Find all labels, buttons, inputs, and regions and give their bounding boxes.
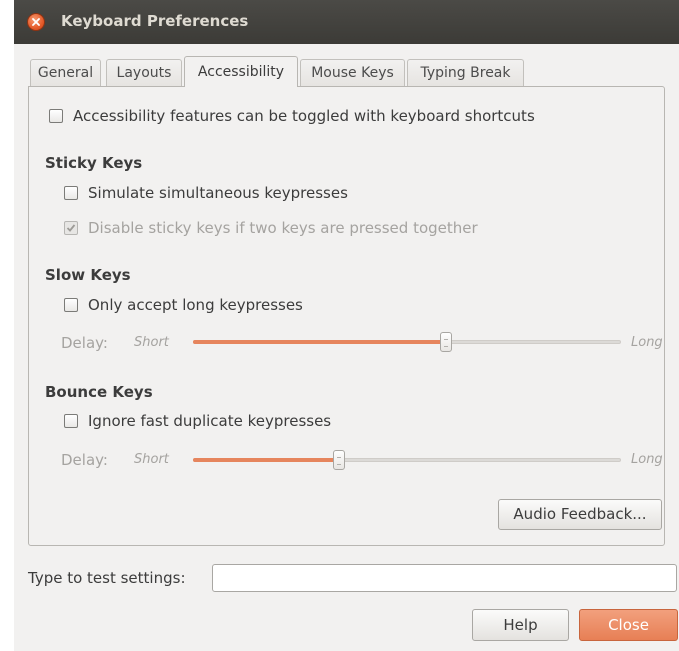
test-settings-label: Type to test settings: [28, 569, 186, 587]
simulate-keypresses-checkbox[interactable] [64, 186, 78, 200]
close-icon [32, 18, 40, 26]
slow-keys-long-label: Long [631, 335, 663, 350]
bounce-keys-heading: Bounce Keys [45, 383, 153, 401]
tab-mouse-keys[interactable]: Mouse Keys [300, 59, 405, 86]
bounce-keys-delay-thumb[interactable] [332, 450, 345, 470]
accessibility-toggle-label: Accessibility features can be toggled wi… [73, 107, 535, 125]
long-keypresses-checkbox[interactable] [64, 298, 78, 312]
window-close-button[interactable] [27, 13, 45, 31]
help-button[interactable]: Help [472, 609, 569, 641]
audio-feedback-button[interactable]: Audio Feedback... [498, 499, 662, 530]
slow-keys-short-label: Short [134, 335, 169, 350]
test-settings-input[interactable] [212, 564, 677, 592]
accessibility-toggle-row[interactable]: Accessibility features can be toggled wi… [49, 107, 535, 125]
slow-keys-heading: Slow Keys [45, 266, 131, 284]
bounce-keys-long-label: Long [631, 452, 663, 467]
disable-sticky-keys-checkbox [64, 221, 78, 235]
simulate-keypresses-row[interactable]: Simulate simultaneous keypresses [64, 184, 348, 202]
tab-accessibility[interactable]: Accessibility [184, 56, 298, 87]
tab-general[interactable]: General [30, 59, 101, 86]
sticky-keys-heading: Sticky Keys [45, 154, 143, 172]
accessibility-toggle-checkbox[interactable] [49, 109, 63, 123]
close-button[interactable]: Close [579, 609, 678, 641]
checkmark-icon [66, 224, 76, 232]
long-keypresses-row[interactable]: Only accept long keypresses [64, 296, 303, 314]
slow-keys-delay-label: Delay: [61, 334, 108, 352]
slow-keys-delay-fill [193, 340, 446, 344]
tab-typing-break[interactable]: Typing Break [407, 59, 524, 86]
ignore-duplicates-row[interactable]: Ignore fast duplicate keypresses [64, 412, 331, 430]
long-keypresses-label: Only accept long keypresses [88, 296, 303, 314]
disable-sticky-keys-label: Disable sticky keys if two keys are pres… [88, 219, 478, 237]
disable-sticky-keys-row: Disable sticky keys if two keys are pres… [64, 219, 478, 237]
tab-layouts[interactable]: Layouts [106, 59, 182, 86]
slow-keys-delay-thumb[interactable] [439, 332, 452, 352]
simulate-keypresses-label: Simulate simultaneous keypresses [88, 184, 348, 202]
bounce-keys-delay-fill [193, 458, 339, 462]
bounce-keys-short-label: Short [134, 452, 169, 467]
bounce-keys-delay-label: Delay: [61, 451, 108, 469]
window-title: Keyboard Preferences [61, 12, 249, 30]
ignore-duplicates-label: Ignore fast duplicate keypresses [88, 412, 332, 430]
ignore-duplicates-checkbox[interactable] [64, 414, 78, 428]
